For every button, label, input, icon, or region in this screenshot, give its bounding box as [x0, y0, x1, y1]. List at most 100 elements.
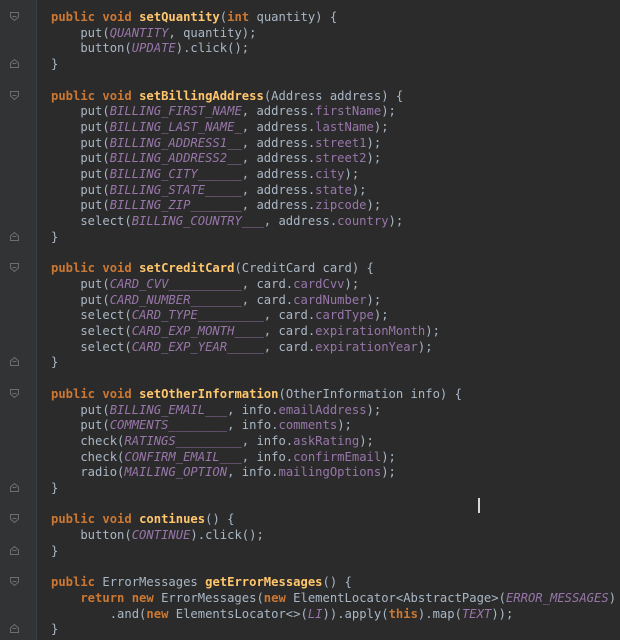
fold-end-icon[interactable]	[10, 59, 19, 69]
code-text: }	[51, 354, 58, 370]
code-text: select(CARD_TYPE_________, card.cardType…	[51, 307, 388, 323]
fold-end-icon[interactable]	[10, 231, 19, 241]
code-token: int	[227, 10, 257, 24]
code-line[interactable]: public void setQuantity(int quantity) {	[0, 9, 620, 25]
code-token: (Address address) {	[263, 88, 404, 103]
code-text: put(BILLING_CITY______, address.city);	[51, 166, 359, 182]
code-line[interactable]: put(CARD_NUMBER_______, card.cardNumber)…	[0, 292, 620, 308]
code-token: new	[146, 606, 176, 621]
code-line[interactable]: put(BILLING_STATE_____, address.state);	[0, 182, 620, 198]
code-line[interactable]: select(BILLING_COUNTRY___, address.count…	[0, 213, 620, 229]
code-line[interactable]: put(BILLING_CITY______, address.city);	[0, 166, 620, 182]
code-token: put(	[51, 25, 110, 40]
fold-end-icon[interactable]	[10, 545, 19, 555]
fold-start-icon[interactable]	[10, 514, 19, 524]
code-token: confirmEmail	[293, 449, 382, 464]
code-token: ErrorMessages(	[161, 590, 264, 605]
code-line[interactable]: check(CONFIRM_EMAIL___, info.confirmEmai…	[0, 449, 620, 465]
fold-start-icon[interactable]	[10, 388, 19, 398]
code-line[interactable]: select(CARD_EXP_MONTH____, card.expirati…	[0, 323, 620, 339]
code-token: , card.	[263, 324, 316, 338]
code-token: public	[51, 575, 103, 590]
code-line[interactable]: public void setCreditCard(CreditCard car…	[0, 260, 620, 276]
code-line[interactable]: public ErrorMessages getErrorMessages() …	[0, 574, 620, 590]
code-line[interactable]	[0, 370, 620, 386]
code-token: CARD_CVV__________	[109, 276, 242, 291]
code-token: mailingOptions	[278, 465, 382, 480]
code-token: );	[366, 135, 382, 150]
fold-start-icon[interactable]	[10, 90, 19, 100]
code-line[interactable]: }	[0, 354, 620, 370]
fold-end-icon[interactable]	[10, 357, 19, 367]
code-token: RATINGS_________	[124, 433, 242, 448]
code-token: BILLING_COUNTRY___	[131, 214, 264, 229]
code-token: void	[102, 512, 140, 527]
fold-end-icon[interactable]	[10, 483, 19, 492]
code-line[interactable]: put(BILLING_ADDRESS1__, address.street1)…	[0, 135, 620, 151]
code-line[interactable]: .and(new ElementsLocator<>(LI)).apply(th…	[0, 606, 620, 622]
code-token: button(	[51, 528, 132, 543]
code-line[interactable]: return new ErrorMessages(new ElementLoca…	[0, 590, 620, 606]
code-line[interactable]: }	[0, 56, 620, 72]
code-line[interactable]: check(RATINGS_________, info.askRating);	[0, 433, 620, 449]
code-token: );	[359, 433, 374, 448]
code-line[interactable]: put(COMMENTS________, info.comments);	[0, 417, 620, 433]
code-token: zipcode	[315, 198, 367, 213]
code-text: public void setOtherInformation(OtherInf…	[51, 386, 462, 402]
code-text: public void continues() {	[51, 511, 234, 527]
code-line[interactable]: radio(MAILING_OPTION, info.mailingOption…	[0, 464, 620, 480]
code-text: put(QUANTITY, quantity);	[51, 25, 256, 41]
code-token: ).click();	[175, 41, 250, 56]
code-text: public void setBillingAddress(Address ad…	[51, 88, 403, 104]
code-line[interactable]: button(CONTINUE).click();	[0, 527, 620, 543]
code-token: check(	[51, 433, 125, 448]
code-token: expirationMonth	[315, 324, 426, 338]
code-line[interactable]: put(BILLING_LAST_NAME_, address.lastName…	[0, 119, 620, 135]
fold-start-icon[interactable]	[10, 12, 19, 21]
code-line[interactable]: put(BILLING_EMAIL___, info.emailAddress)…	[0, 402, 620, 418]
code-text: put(COMMENTS________, info.comments);	[51, 417, 352, 433]
code-line[interactable]: put(CARD_CVV__________, card.cardCvv);	[0, 276, 620, 292]
code-token: }	[51, 481, 59, 495]
code-token: CARD_TYPE_________	[131, 308, 264, 323]
code-line[interactable]: public void continues() {	[0, 511, 620, 527]
code-text: check(CONFIRM_EMAIL___, info.confirmEmai…	[51, 449, 396, 465]
code-line[interactable]: }	[0, 480, 620, 496]
code-token: street2	[315, 151, 367, 166]
code-line[interactable]: public void setOtherInformation(OtherInf…	[0, 386, 620, 402]
code-text: }	[51, 621, 58, 637]
fold-start-icon[interactable]	[10, 263, 19, 273]
code-token: }	[51, 355, 59, 370]
code-line[interactable]	[0, 496, 620, 512]
code-line[interactable]	[0, 72, 620, 88]
code-token: );	[417, 339, 433, 354]
code-token: , info.	[241, 433, 294, 448]
code-line[interactable]: put(BILLING_FIRST_NAME, address.firstNam…	[0, 103, 620, 119]
code-line[interactable]: put(BILLING_ADDRESS2__, address.street2)…	[0, 150, 620, 166]
code-line[interactable]: select(CARD_EXP_YEAR_____, card.expirati…	[0, 339, 620, 355]
code-token: );	[373, 119, 389, 134]
code-text: public void setQuantity(int quantity) {	[51, 9, 337, 25]
code-editor[interactable]: public void setQuantity(int quantity) { …	[0, 0, 620, 640]
code-line[interactable]: }	[0, 621, 620, 637]
fold-start-icon[interactable]	[10, 577, 19, 587]
code-line[interactable]	[0, 559, 620, 575]
code-text: check(RATINGS_________, info.askRating);	[51, 433, 374, 449]
code-token: );	[425, 324, 440, 338]
code-line[interactable]: put(QUANTITY, quantity);	[0, 25, 620, 41]
code-token: select(	[51, 214, 132, 229]
fold-end-icon[interactable]	[10, 624, 19, 634]
code-line[interactable]: public void setBillingAddress(Address ad…	[0, 88, 620, 104]
code-token: ElementsLocator<>(	[175, 606, 308, 621]
code-line[interactable]: select(CARD_TYPE_________, card.cardType…	[0, 307, 620, 323]
code-token: }	[51, 57, 59, 72]
code-token: , address.	[241, 182, 316, 197]
code-text: put(CARD_CVV__________, card.cardCvv);	[51, 276, 359, 292]
code-line[interactable]: button(UPDATE).click();	[0, 40, 620, 56]
code-line[interactable]: put(BILLING_ZIP_______, address.zipcode)…	[0, 197, 620, 213]
code-line[interactable]: }	[0, 543, 620, 559]
code-token: state	[315, 182, 352, 197]
code-line[interactable]: }	[0, 229, 620, 245]
code-token: public	[51, 88, 103, 103]
code-line[interactable]	[0, 245, 620, 261]
